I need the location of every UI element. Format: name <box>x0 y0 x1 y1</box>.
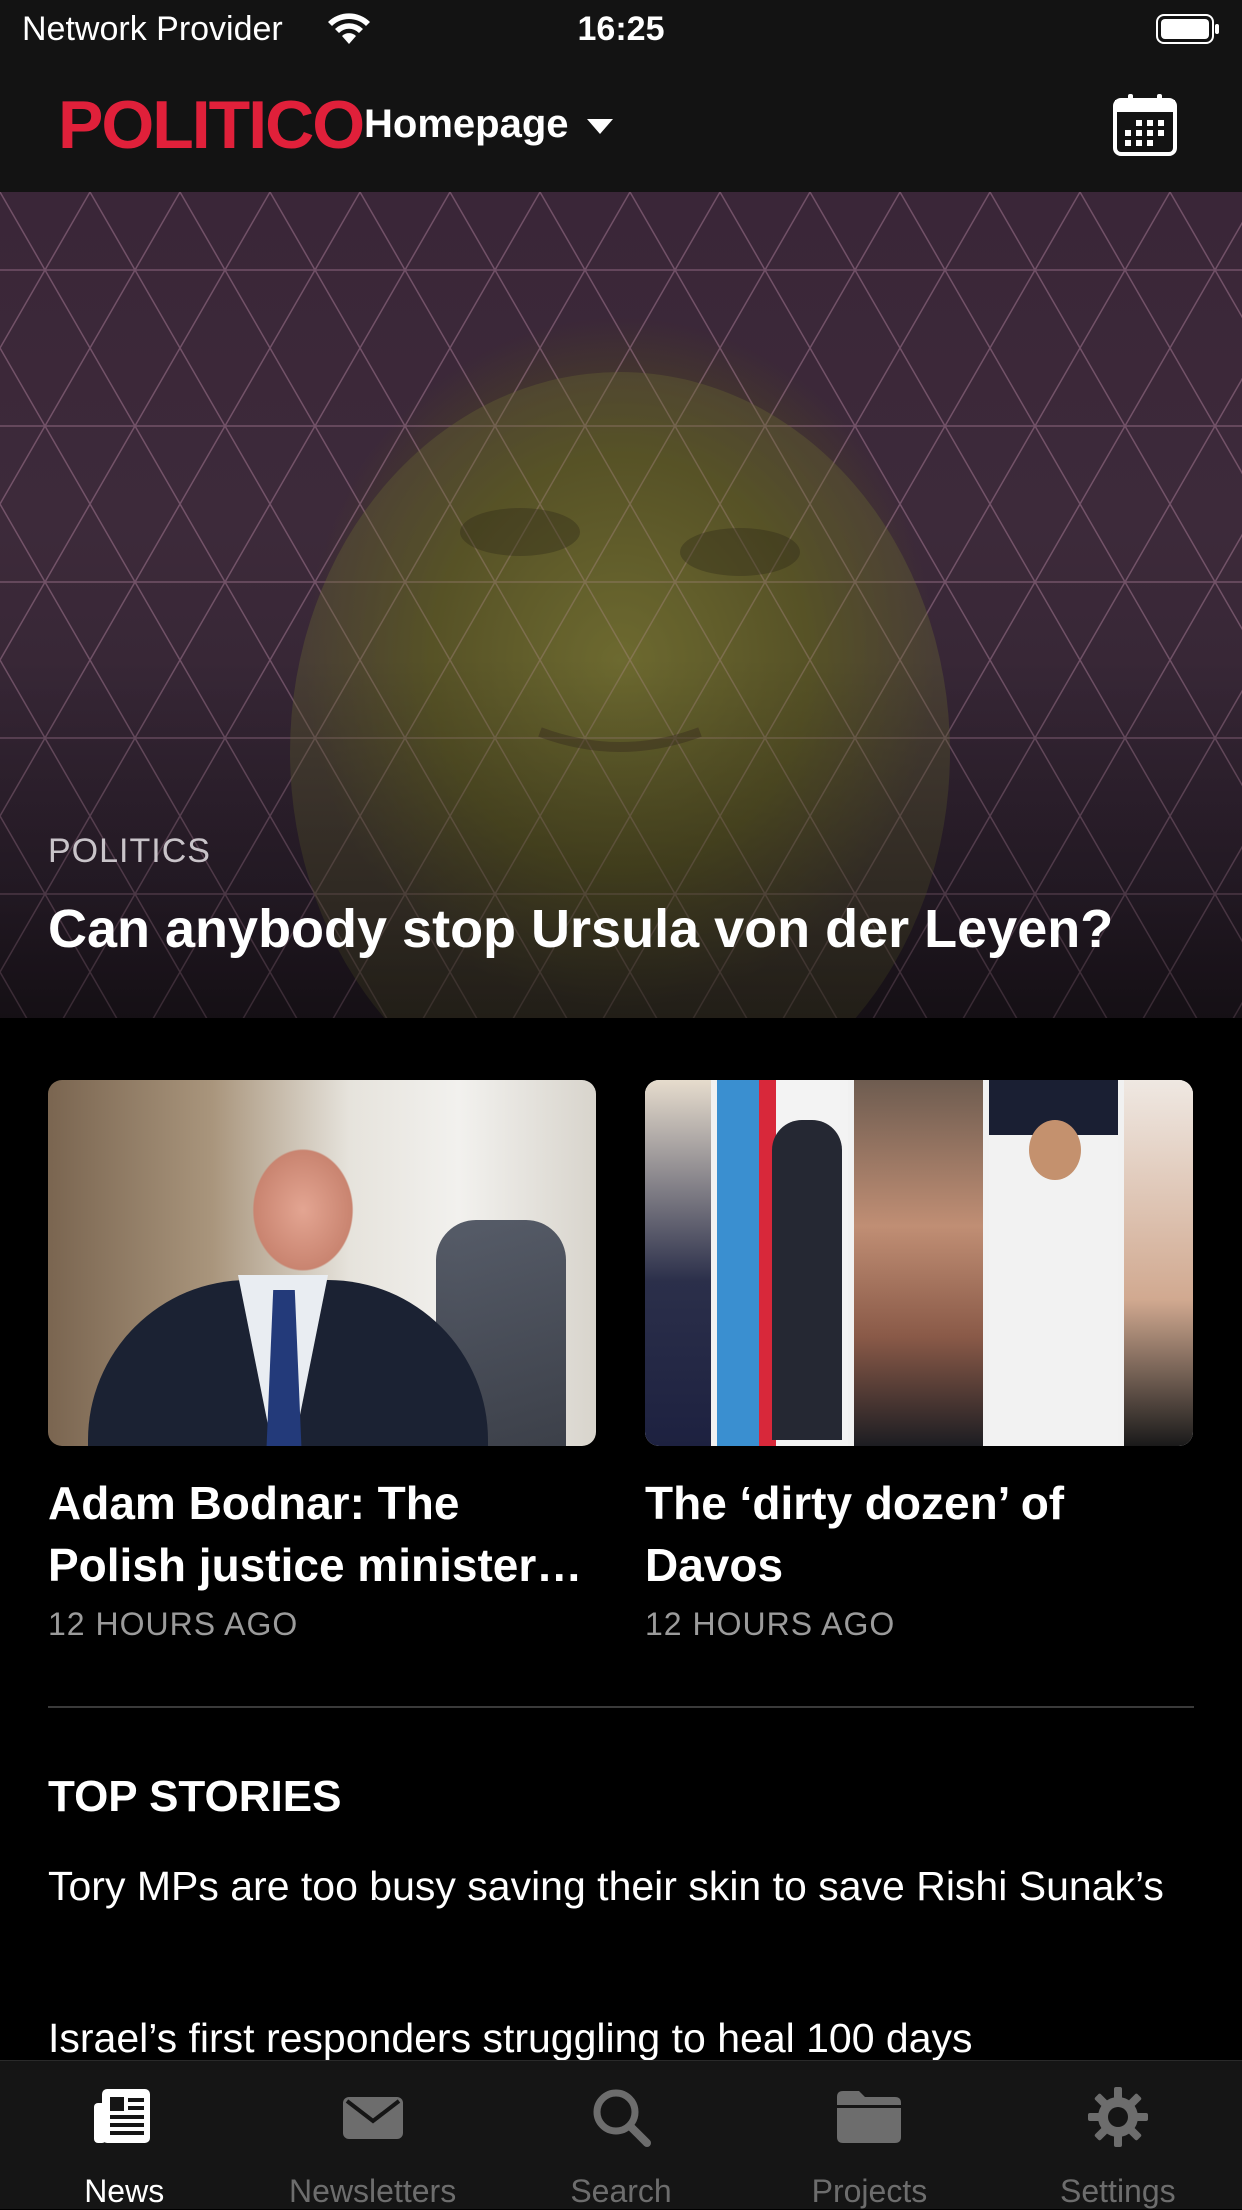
tab-label: Settings <box>1060 2173 1176 2209</box>
top-story-item[interactable]: Tory MPs are too busy saving their skin … <box>48 1856 1198 1916</box>
tab-newsletters[interactable]: Newsletters <box>248 2061 496 2209</box>
hero-story[interactable]: POLITICS Can anybody stop Ursula von der… <box>0 192 1242 1018</box>
article-card[interactable]: The ‘dirty dozen’ of Davos 12 HOURS AGO <box>645 1080 1193 1643</box>
section-divider <box>48 1706 1194 1708</box>
bottom-tab-bar: News Newsletters Search Projects Setting… <box>0 2060 1242 2209</box>
article-headline[interactable]: The ‘dirty dozen’ of Davos <box>645 1472 1193 1596</box>
top-nav-bar: POLITICO Homepage <box>0 64 1242 192</box>
article-timestamp: 12 HOURS AGO <box>48 1606 299 1642</box>
newspaper-icon <box>94 2089 151 2143</box>
top-stories-heading: TOP STORIES <box>48 1772 342 1821</box>
tab-news[interactable]: News <box>0 2061 248 2209</box>
tab-label: Projects <box>811 2173 928 2209</box>
article-thumbnail <box>645 1080 1193 1446</box>
search-icon <box>593 2089 652 2147</box>
status-time: 16:25 <box>577 10 665 48</box>
article-timestamp: 12 HOURS AGO <box>645 1606 896 1642</box>
status-bar: Network Provider 16:25 <box>0 0 1242 64</box>
hero-kicker: POLITICS <box>48 832 211 870</box>
tab-label: Search <box>570 2173 672 2209</box>
gear-icon <box>1087 2087 1148 2147</box>
politico-logo[interactable]: POLITICO <box>58 86 365 164</box>
folder-icon <box>837 2091 902 2143</box>
section-selector-label: Homepage <box>364 102 569 146</box>
article-card[interactable]: Adam Bodnar: The Polish justice minister… <box>48 1080 596 1643</box>
tab-search[interactable]: Search <box>497 2061 745 2209</box>
battery-icon <box>1156 14 1219 44</box>
article-headline[interactable]: Adam Bodnar: The Polish justice minister… <box>48 1472 596 1596</box>
tab-projects[interactable]: Projects <box>745 2061 993 2209</box>
tab-settings[interactable]: Settings <box>994 2061 1242 2209</box>
envelope-icon <box>342 2097 403 2139</box>
hero-headline[interactable]: Can anybody stop Ursula von der Leyen? <box>48 898 1208 960</box>
chevron-down-icon <box>586 119 613 134</box>
section-selector[interactable]: Homepage <box>364 102 613 147</box>
tab-label: Newsletters <box>289 2173 457 2209</box>
tab-label: News <box>84 2173 165 2209</box>
top-story-item[interactable]: Israel’s first responders struggling to … <box>48 2008 1198 2068</box>
calendar-icon[interactable] <box>1112 92 1178 158</box>
article-thumbnail <box>48 1080 596 1446</box>
